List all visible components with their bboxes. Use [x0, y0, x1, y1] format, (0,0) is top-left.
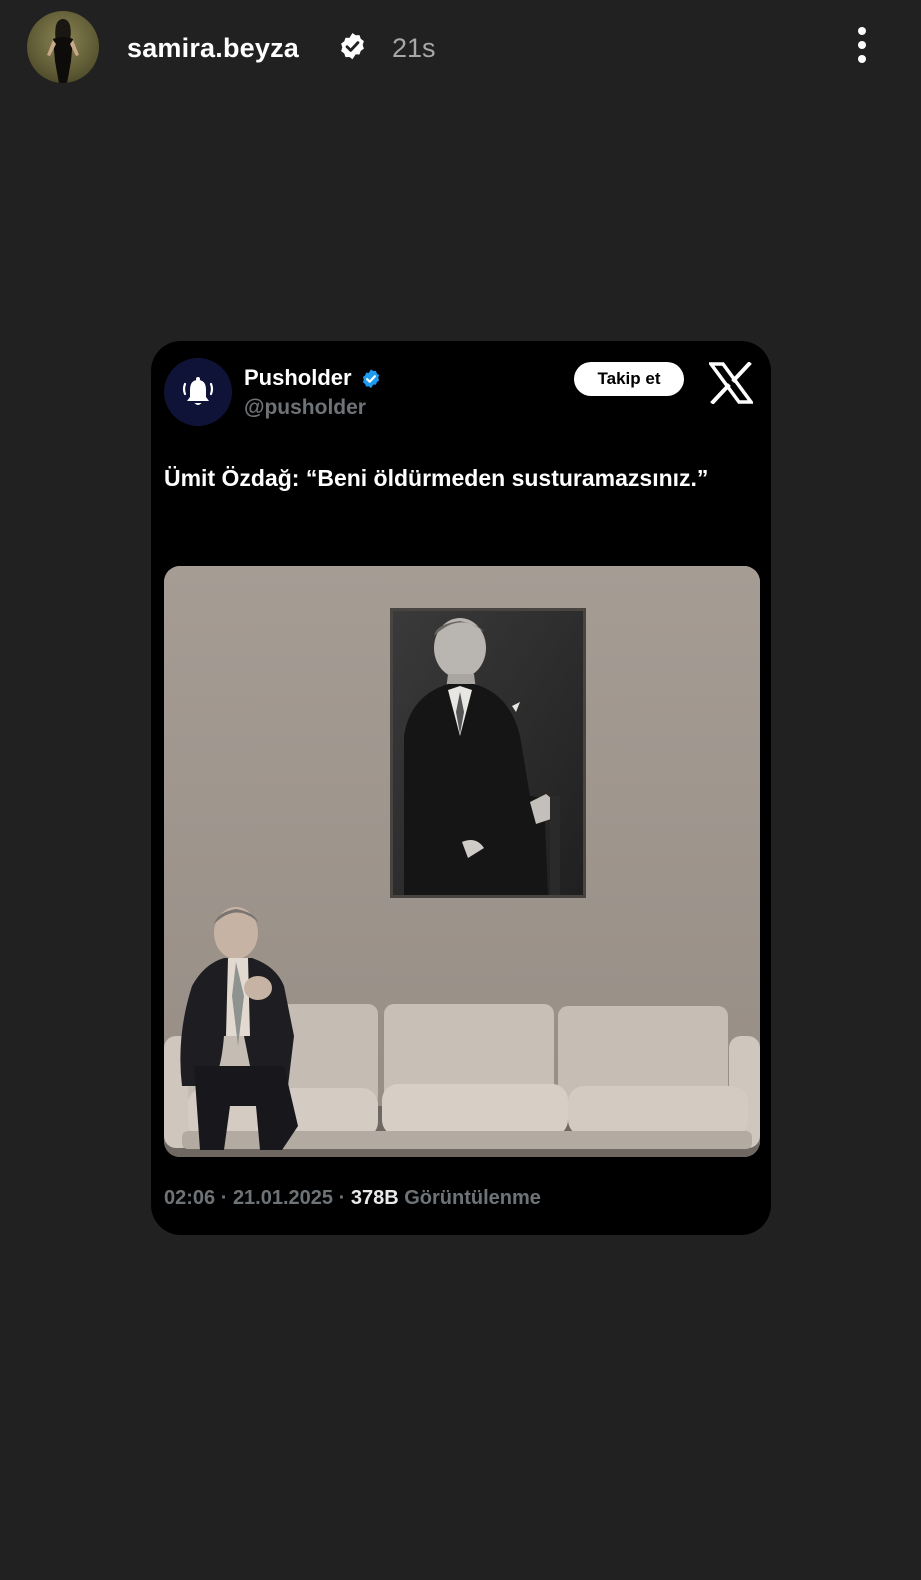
tweet-meta: 02:06 · 21.01.2025 · 378B Görüntülenme: [164, 1184, 541, 1212]
x-logo-icon[interactable]: [709, 362, 753, 404]
tweet-author-handle[interactable]: @pusholder: [244, 394, 366, 422]
user-avatar[interactable]: [27, 11, 99, 83]
tweet-views-count: 378B: [350, 1187, 399, 1209]
more-vertical-icon-dot: [858, 41, 866, 49]
story-username[interactable]: samira.beyza: [127, 28, 299, 68]
verified-badge-icon: [362, 369, 380, 389]
tweet-time: 02:06: [164, 1187, 216, 1209]
more-vertical-icon-dot: [858, 55, 866, 63]
tweet-text: Ümit Özdağ: “Beni öldürmeden susturamazs…: [164, 465, 709, 491]
tweet-author-name[interactable]: Pusholder: [244, 364, 352, 392]
tweet-author-avatar[interactable]: [164, 358, 232, 426]
meta-separator: ·: [333, 1187, 351, 1209]
story-screen: samira.beyza 21s Pusholder @pusholder Ta…: [0, 0, 921, 1580]
bell-icon: [182, 377, 214, 405]
tweet-card[interactable]: Pusholder @pusholder Takip et Ümit Özdağ…: [151, 341, 771, 1235]
story-header: samira.beyza 21s: [0, 0, 921, 96]
tweet-photo[interactable]: [164, 566, 760, 1157]
verified-badge-icon: [341, 32, 364, 60]
more-options-button[interactable]: [847, 22, 877, 68]
story-timestamp: 21s: [392, 33, 436, 63]
more-vertical-icon: [858, 27, 866, 35]
tweet-views-label: Görüntülenme: [404, 1187, 541, 1209]
follow-button[interactable]: Takip et: [574, 362, 684, 396]
tweet-date: 21.01.2025: [232, 1187, 334, 1209]
meta-separator: ·: [215, 1187, 233, 1209]
